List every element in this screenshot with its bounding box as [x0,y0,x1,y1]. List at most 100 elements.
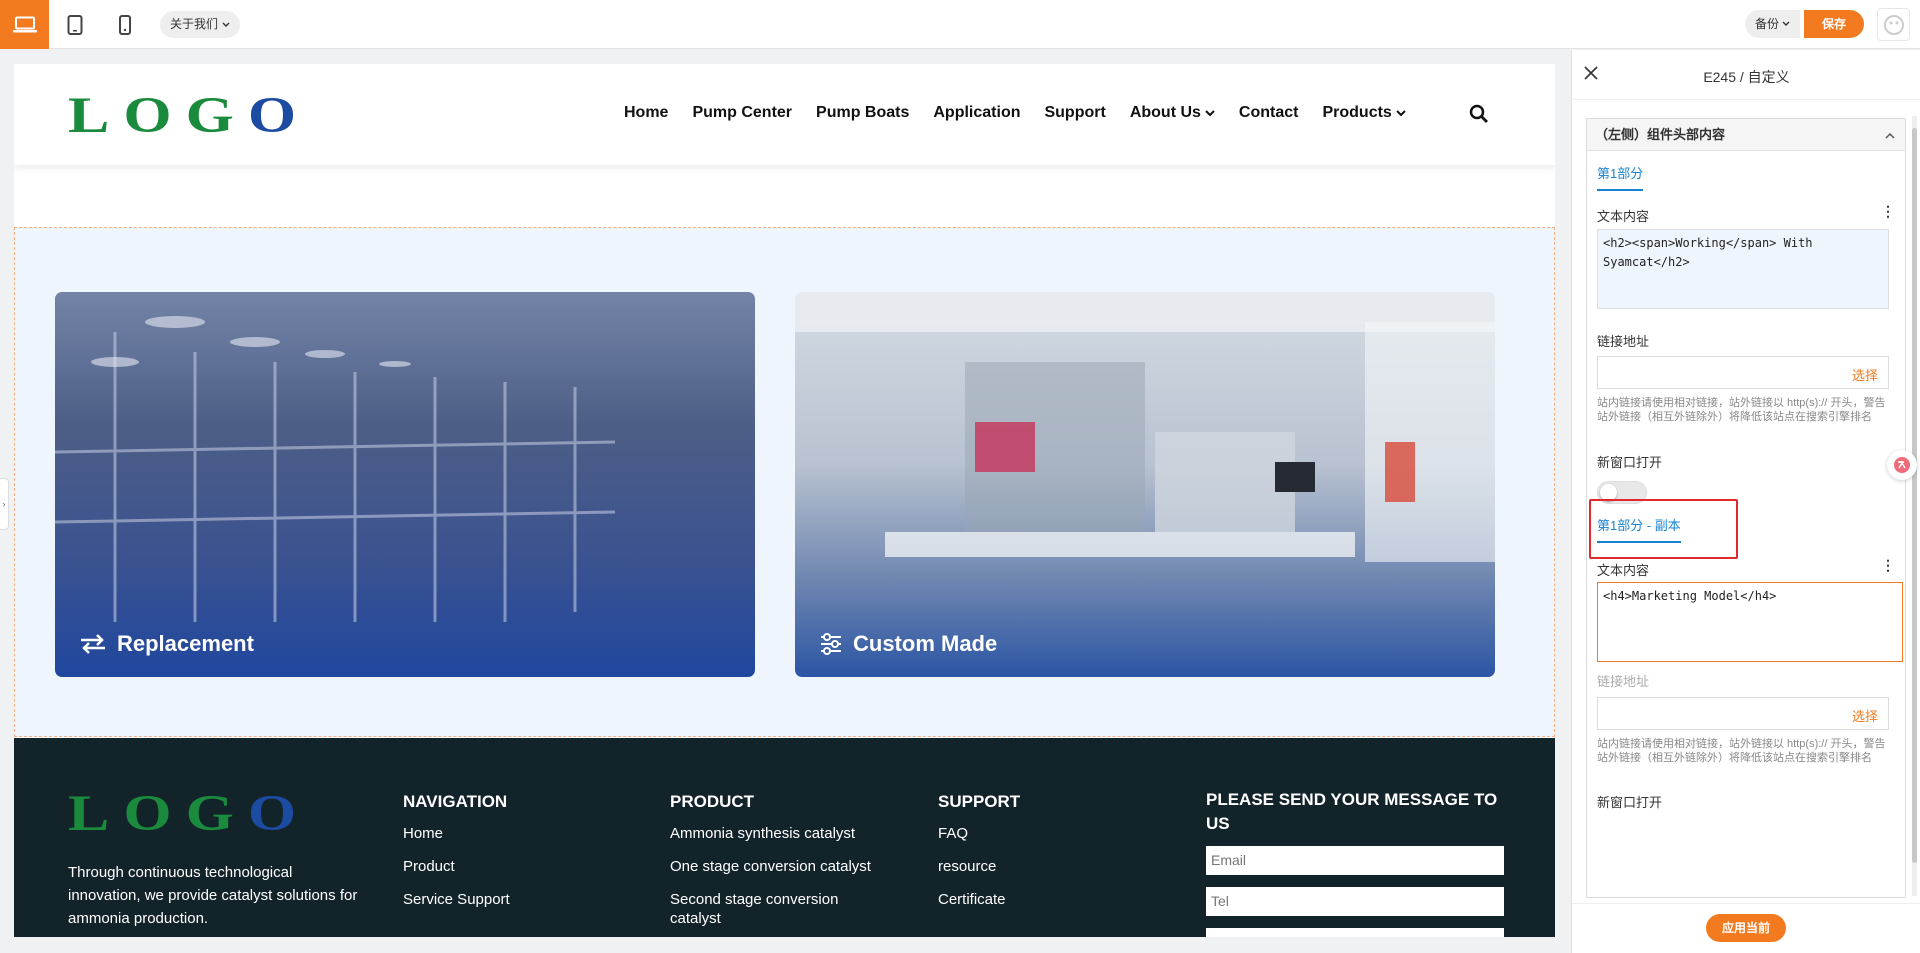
footer-link[interactable]: Certificate [938,890,1138,909]
page-canvas: LOGO Home Pump Center Pump Boats Applica… [14,64,1555,937]
page-selector[interactable]: 关于我们 [160,11,241,38]
avatar-icon [1883,14,1904,35]
part1-copy-text-content[interactable]: <h4>Marketing Model</h4> [1597,582,1903,662]
logo-letter: G [185,87,248,144]
more-options-icon[interactable]: ⋮ [1881,203,1895,220]
card-label: Custom Made [819,631,997,657]
backup-label: 备份 [1755,17,1780,31]
main-navigation: Home Pump Center Pump Boats Application … [624,104,1406,122]
group-header[interactable]: （左侧）组件头部内容 [1587,119,1905,151]
page-selector-label: 关于我们 [170,17,219,31]
selected-section[interactable]: Replacement Custom Made [14,227,1555,737]
part1-copy-tab[interactable]: 第1部分 - 副本 [1597,515,1681,543]
chevron-down-icon [1205,109,1215,116]
nav-support[interactable]: Support [1044,104,1105,122]
footer-col-title: PLEASE SEND YOUR MESSAGE TO US [1206,790,1498,833]
logo-letters: LOGO [68,88,310,144]
panel-header: E245 / 自定义 [1572,50,1920,100]
mobile-view-button[interactable] [100,0,149,49]
nav-contact[interactable]: Contact [1239,104,1299,122]
chevron-up-icon [1885,132,1895,139]
logo-letter: O [123,87,186,144]
footer-link[interactable]: resource [938,857,1138,876]
message-field[interactable] [1206,928,1504,937]
part1-copy-text-label: 文本内容 [1597,563,1650,578]
group-title: （左侧）组件头部内容 [1595,127,1726,142]
laptop-icon [12,16,37,32]
footer-message-form: PLEASE SEND YOUR MESSAGE TO US [1206,788,1506,937]
footer-link[interactable]: FAQ [938,824,1138,843]
editor-toolbar: 关于我们 备份 保存 [0,0,1920,49]
site-search-button[interactable] [1469,104,1489,129]
part1-link-input[interactable]: 选择 [1597,356,1889,389]
chevron-down-icon [222,22,230,27]
nav-application[interactable]: Application [933,104,1020,122]
footer-navigation: NAVIGATION Home Product Service Support [403,792,633,923]
nav-pump-boats[interactable]: Pump Boats [816,104,909,122]
panel-group: （左侧）组件头部内容 第1部分 文本内容 ⋮ <h2><span>Working… [1586,118,1906,898]
footer-link[interactable]: Service Support [403,890,633,909]
logo-letter: O [247,87,311,144]
nav-pump-center[interactable]: Pump Center [692,104,792,122]
chevron-down-icon [1782,21,1790,26]
user-avatar[interactable] [1877,8,1910,41]
footer-link[interactable]: Ammonia synthesis catalyst [670,824,900,843]
footer-about-text: Through continuous technological innovat… [68,864,358,927]
nav-products[interactable]: Products [1322,104,1406,122]
card-label-text: Custom Made [853,631,998,656]
footer-logo[interactable]: LOGO [68,788,310,839]
footer-col-title: NAVIGATION [403,792,508,811]
part1-link-hint: 站内链接请使用相对链接，站外链接以 http(s):// 开头，警告站外链接（相… [1597,397,1886,423]
site-logo[interactable]: LOGO [68,90,310,141]
search-icon [1469,104,1488,123]
footer-link[interactable]: One stage conversion catalyst [670,857,900,876]
footer-link[interactable]: Product [403,857,633,876]
part1-link-label: 链接地址 [1597,334,1650,349]
card-label-text: Replacement [117,631,254,656]
logo-letter: O [123,785,186,842]
panel-scrollbar[interactable] [1912,116,1917,896]
more-options-icon[interactable]: ⋮ [1881,557,1895,574]
footer-product: PRODUCT Ammonia synthesis catalyst One s… [670,792,900,937]
tel-field[interactable] [1206,887,1504,916]
translate-icon [1894,457,1910,473]
sliders-icon [821,633,841,655]
tablet-view-button[interactable] [50,0,99,49]
footer-support: SUPPORT FAQ resource Certificate [938,792,1138,923]
footer-link[interactable]: Second stage conversion catalyst [670,890,880,928]
phone-icon [118,14,131,35]
choose-link-button[interactable]: 选择 [1852,365,1878,384]
panel-footer: 应用当前 [1572,903,1920,953]
logo-letter: G [185,785,248,842]
part1-text-content[interactable]: <h2><span>Working</span> With Syamcat</h… [1597,229,1889,309]
footer-col-title: SUPPORT [938,792,1021,811]
panel-title: E245 / 自定义 [1703,69,1790,85]
part1-copy-link-hint: 站内链接请使用相对链接，站外链接以 http(s):// 开头，警告站外链接（相… [1597,738,1886,764]
translate-float-button[interactable] [1887,450,1917,480]
tablet-icon [67,14,82,35]
part1-copy-link-input[interactable]: 选择 [1597,697,1889,730]
choose-link-button[interactable]: 选择 [1852,706,1878,725]
card-replacement[interactable]: Replacement [55,292,755,677]
card-photo [55,316,616,622]
desktop-view-button[interactable] [0,0,49,49]
logo-letter: O [247,785,311,842]
nav-about-us[interactable]: About Us [1130,104,1215,122]
logo-letter: L [68,87,124,144]
footer-link[interactable]: Home [403,824,633,843]
email-field[interactable] [1206,846,1504,875]
save-button[interactable]: 保存 [1804,10,1864,38]
site-header: LOGO Home Pump Center Pump Boats Applica… [14,64,1555,165]
backup-dropdown[interactable]: 备份 [1745,10,1801,38]
card-photo [795,292,1495,562]
chevron-down-icon [1396,109,1406,116]
nav-home[interactable]: Home [624,104,668,122]
apply-current-button[interactable]: 应用当前 [1706,914,1786,942]
card-custom-made[interactable]: Custom Made [795,292,1495,677]
part1-copy-new-window-label: 新窗口打开 [1597,795,1663,810]
left-panel-toggle[interactable]: › [0,478,9,530]
card-label: Replacement [79,631,254,657]
part1-tab[interactable]: 第1部分 [1597,163,1644,191]
part1-copy-link-label: 链接地址 [1597,674,1650,689]
footer-col-title: PRODUCT [670,792,755,811]
